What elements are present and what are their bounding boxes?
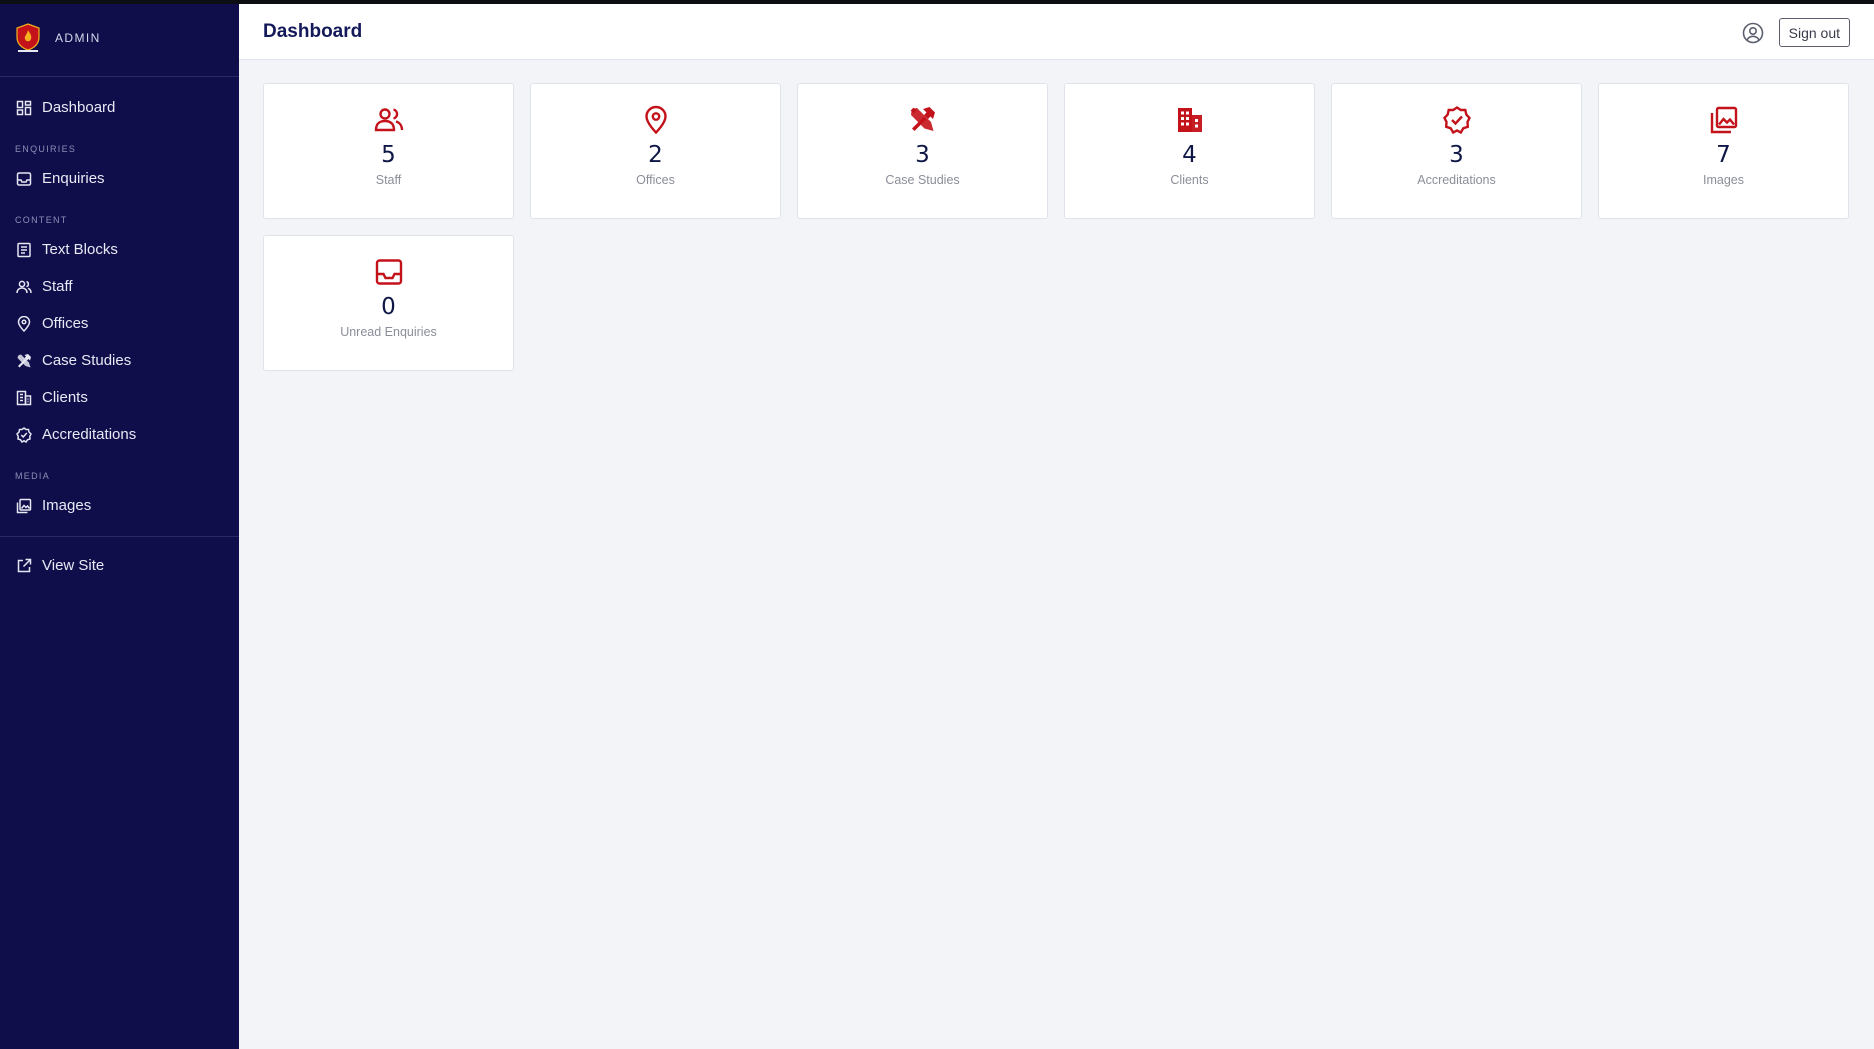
stat-label: Clients [1170,173,1209,187]
brand-label: ADMIN [55,31,101,45]
users-icon [374,105,404,135]
section-label-content: CONTENT [15,215,68,225]
dashboard-icon [16,100,32,116]
sidebar-item-text-blocks[interactable]: Text Blocks [0,231,239,268]
sidebar-item-staff[interactable]: Staff [0,268,239,305]
section-label-media: MEDIA [15,471,51,481]
sidebar-item-label: View Site [42,557,105,574]
section-label-enquiries: ENQUIRIES [15,144,77,154]
external-link-icon [16,558,32,574]
sidebar-item-accreditations[interactable]: Accreditations [0,416,239,453]
stat-card-offices[interactable]: 2 Offices [530,83,781,219]
top-strip [0,0,1874,4]
tools-icon [908,105,938,135]
page-header: Dashboard Sign out [239,4,1874,60]
stat-count: 3 [915,142,930,168]
stat-card-unread-enquiries[interactable]: 0 Unread Enquiries [263,235,514,371]
stat-card-staff[interactable]: 5 Staff [263,83,514,219]
users-icon [16,279,32,295]
badge-check-icon [1442,105,1472,135]
header-actions: Sign out [1741,18,1850,47]
stat-count: 7 [1716,142,1731,168]
sidebar: ADMIN Dashboard ENQUIRIES Enquiries CONT… [0,0,239,1049]
sidebar-divider [0,536,239,537]
stat-count: 0 [381,294,396,320]
user-circle-icon[interactable] [1741,21,1765,45]
building-icon [16,390,32,406]
sidebar-item-images[interactable]: Images [0,487,239,524]
images-icon [1709,105,1739,135]
stat-card-case-studies[interactable]: 3 Case Studies [797,83,1048,219]
sidebar-item-offices[interactable]: Offices [0,305,239,342]
sidebar-item-label: Text Blocks [42,241,118,258]
sidebar-item-label: Accreditations [42,426,137,443]
stat-card-images[interactable]: 7 Images [1598,83,1849,219]
sidebar-item-label: Offices [42,315,89,332]
stat-label: Unread Enquiries [340,325,437,339]
tools-icon [16,353,32,369]
sidebar-item-clients[interactable]: Clients [0,379,239,416]
sidebar-item-dashboard[interactable]: Dashboard [0,89,239,126]
inbox-icon [374,257,404,287]
location-pin-icon [16,315,32,332]
inbox-icon [16,171,32,187]
page-title: Dashboard [263,20,363,42]
sidebar-item-label: Enquiries [42,170,105,187]
stat-label: Images [1703,173,1744,187]
stats-grid: 5 Staff 2 Offices 3 Case Studies 4 Clien… [263,83,1851,371]
sidebar-item-label: Dashboard [42,99,116,116]
stat-count: 4 [1182,142,1197,168]
building-icon [1175,105,1205,135]
stat-label: Staff [375,173,402,187]
images-icon [16,498,32,514]
brand[interactable]: ADMIN [0,0,239,77]
sidebar-item-label: Case Studies [42,352,132,369]
sidebar-nav: Dashboard ENQUIRIES Enquiries CONTENT Te… [0,77,239,584]
sidebar-item-label: Images [42,497,92,514]
sidebar-item-case-studies[interactable]: Case Studies [0,342,239,379]
stat-label: Accreditations [1417,173,1496,187]
sidebar-item-view-site[interactable]: View Site [0,547,239,584]
sidebar-item-label: Clients [42,389,88,406]
sign-out-button[interactable]: Sign out [1778,18,1850,47]
stat-card-clients[interactable]: 4 Clients [1064,83,1315,219]
stat-count: 3 [1449,142,1464,168]
logo-icon [15,23,41,53]
stat-count: 2 [648,142,663,168]
document-icon [16,242,32,258]
sidebar-item-label: Staff [42,278,73,295]
location-pin-icon [641,105,671,135]
sidebar-item-enquiries[interactable]: Enquiries [0,160,239,197]
stat-card-accreditations[interactable]: 3 Accreditations [1331,83,1582,219]
stat-label: Offices [636,173,675,187]
stat-label: Case Studies [885,173,960,187]
badge-check-icon [16,426,32,443]
stat-count: 5 [381,142,396,168]
